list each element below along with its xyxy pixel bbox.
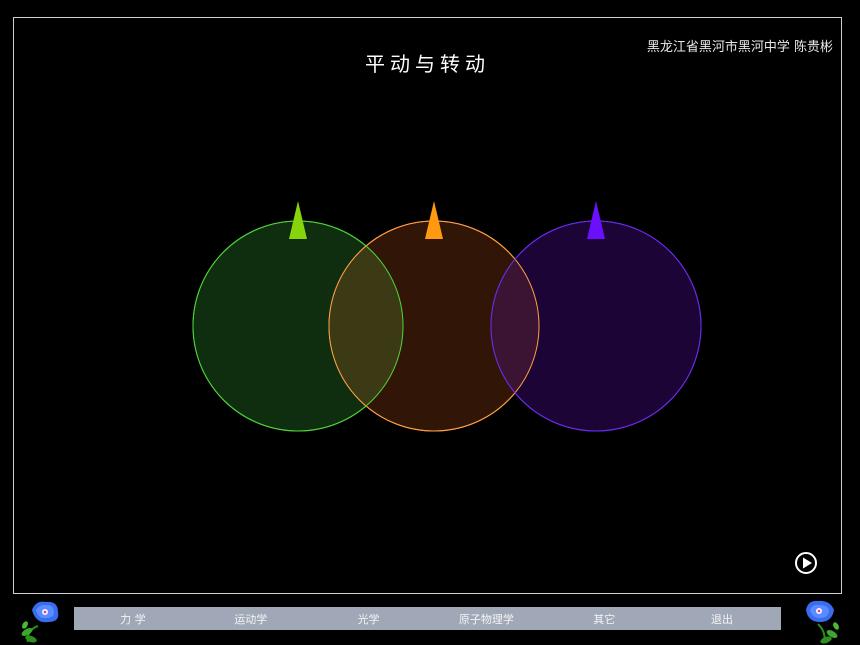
morning-glory-flower-icon xyxy=(806,600,839,644)
purple-pointer xyxy=(587,201,605,239)
nav-item-mechanics[interactable]: 力 学 xyxy=(74,611,192,627)
play-circle-icon xyxy=(795,552,817,574)
nav-item-atomic-physics[interactable]: 原子物理学 xyxy=(427,611,545,627)
green-pointer xyxy=(289,201,307,239)
nav-item-exit[interactable]: 退出 xyxy=(663,611,781,627)
morning-glory-flower-icon xyxy=(21,601,59,643)
nav-item-other[interactable]: 其它 xyxy=(545,611,663,627)
nav-item-kinematics[interactable]: 运动学 xyxy=(192,611,310,627)
bottom-nav-bar: 力 学 运动学 光学 原子物理学 其它 退出 xyxy=(74,607,781,630)
animation-scene xyxy=(192,201,702,432)
slide-stage: 黑龙江省黑河市黑河中学 陈贵彬 平动与转动 xyxy=(13,17,842,594)
play-button[interactable] xyxy=(794,551,818,575)
orange-pointer xyxy=(425,201,443,239)
nav-item-optics[interactable]: 光学 xyxy=(310,611,428,627)
